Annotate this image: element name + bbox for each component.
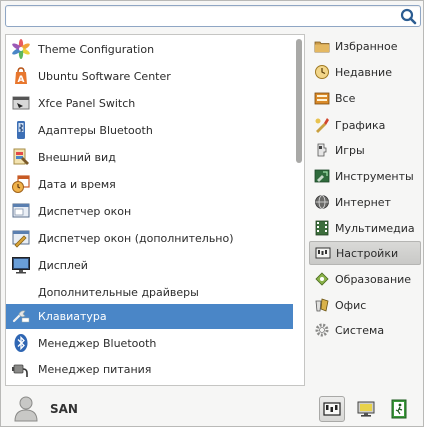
category-label: Игры — [335, 143, 365, 157]
app-item-window-manager[interactable]: Диспетчер окон — [6, 198, 293, 224]
theme-configuration-icon — [11, 39, 31, 59]
partial-app-icon — [11, 382, 31, 385]
power-manager-icon — [11, 359, 31, 379]
category-label: Недавние — [335, 65, 392, 79]
app-label: Клавиатура — [38, 310, 107, 323]
app-label: Дополнительные драйверы — [38, 285, 199, 299]
internet-icon — [314, 194, 330, 210]
office-icon — [314, 297, 330, 313]
app-item-window-manager-tweaks[interactable]: Диспетчер окон (дополнительно) — [6, 225, 293, 251]
category-label: Избранное — [335, 39, 398, 53]
category-label: Интернет — [335, 195, 391, 209]
appearance-icon — [11, 147, 31, 167]
system-icon — [314, 322, 330, 338]
svg-text:A: A — [18, 75, 25, 85]
games-icon — [314, 142, 330, 158]
category-label: Все — [335, 91, 356, 105]
app-item-bluetooth-manager[interactable]: Менеджер Bluetooth — [6, 330, 293, 356]
app-item-partial — [6, 382, 293, 385]
scrollbar-thumb[interactable] — [296, 39, 302, 163]
category-internet[interactable]: Интернет — [309, 190, 421, 214]
category-list: Избранное Недавние Все Графика Игры Инст… — [309, 34, 421, 354]
settings-manager-button[interactable] — [319, 396, 345, 422]
logout-icon — [389, 399, 409, 419]
app-item-keyboard[interactable]: Клавиатура — [6, 304, 293, 329]
lock-screen-button[interactable] — [353, 396, 379, 422]
app-label: Менеджер питания — [38, 362, 152, 376]
category-recent[interactable]: Недавние — [309, 60, 421, 84]
search-input[interactable] — [10, 8, 390, 24]
search-icon[interactable] — [400, 8, 417, 25]
category-graphics[interactable]: Графика — [309, 113, 421, 137]
lock-screen-icon — [356, 399, 376, 419]
category-label: Система — [335, 323, 385, 337]
app-item-xfce-panel-switch[interactable]: Xfce Panel Switch — [6, 90, 293, 116]
app-item-bluetooth-adapters[interactable]: Адаптеры Bluetooth — [6, 117, 293, 143]
user-name: SAN — [50, 402, 78, 416]
app-label: Адаптеры Bluetooth — [38, 123, 153, 137]
app-label: Ubuntu Software Center — [38, 69, 171, 83]
favorites-icon — [314, 38, 330, 54]
tools-icon — [314, 168, 330, 184]
app-label: Xfce Panel Switch — [38, 96, 136, 110]
app-label: Диспетчер окон — [38, 204, 132, 218]
display-icon — [11, 255, 31, 275]
category-label: Инструменты — [335, 169, 414, 183]
user-avatar-icon — [13, 394, 39, 422]
app-label: Менеджер Bluetooth — [38, 336, 157, 350]
whisker-menu: Theme Configuration A Ubuntu Software Ce… — [0, 0, 424, 427]
category-settings[interactable]: Настройки — [309, 241, 421, 265]
software-center-icon: A — [11, 66, 31, 86]
all-apps-icon — [314, 90, 330, 106]
app-item-theme-configuration[interactable]: Theme Configuration — [6, 36, 293, 62]
category-label: Графика — [335, 118, 386, 132]
category-label: Образование — [335, 272, 412, 286]
panel-switch-icon — [11, 93, 31, 113]
app-item-display[interactable]: Дисплей — [6, 252, 293, 278]
application-list[interactable]: Theme Configuration A Ubuntu Software Ce… — [5, 34, 305, 386]
category-all[interactable]: Все — [309, 86, 421, 110]
app-icon-blank — [11, 282, 31, 302]
logout-button[interactable] — [386, 396, 412, 422]
app-label: Диспетчер окон (дополнительно) — [38, 231, 234, 245]
category-favorites[interactable]: Избранное — [309, 34, 421, 58]
date-time-icon — [11, 174, 31, 194]
window-manager-icon — [11, 201, 31, 221]
app-item-ubuntu-software-center[interactable]: A Ubuntu Software Center — [6, 63, 293, 89]
bluetooth-adapter-icon — [11, 120, 31, 140]
app-item-date-time[interactable]: Дата и время — [6, 171, 293, 197]
app-label: Дата и время — [38, 177, 116, 191]
category-office[interactable]: Офис — [309, 293, 421, 317]
app-item-power-manager[interactable]: Менеджер питания — [6, 356, 293, 382]
search-box[interactable] — [5, 5, 421, 27]
settings-icon — [315, 245, 331, 261]
app-label: Внешний вид — [38, 150, 116, 164]
app-item-additional-drivers[interactable]: Дополнительные драйверы — [6, 279, 293, 305]
app-item-appearance[interactable]: Внешний вид — [6, 144, 293, 170]
category-label: Настройки — [336, 246, 399, 260]
category-tools[interactable]: Инструменты — [309, 164, 421, 188]
graphics-icon — [314, 117, 330, 133]
app-label: Дисплей — [38, 258, 88, 272]
education-icon — [314, 271, 330, 287]
category-games[interactable]: Игры — [309, 138, 421, 162]
category-multimedia[interactable]: Мультимедиа — [309, 216, 421, 240]
multimedia-icon — [314, 220, 330, 236]
category-label: Мультимедиа — [335, 221, 415, 235]
settings-manager-icon — [322, 399, 342, 419]
bluetooth-icon — [11, 333, 31, 353]
category-education[interactable]: Образование — [309, 267, 421, 291]
window-manager-tweaks-icon — [11, 228, 31, 248]
app-label: Theme Configuration — [38, 42, 155, 56]
category-label: Офис — [335, 298, 367, 312]
keyboard-icon — [11, 307, 31, 327]
recent-icon — [314, 64, 330, 80]
category-system[interactable]: Система — [309, 318, 421, 342]
